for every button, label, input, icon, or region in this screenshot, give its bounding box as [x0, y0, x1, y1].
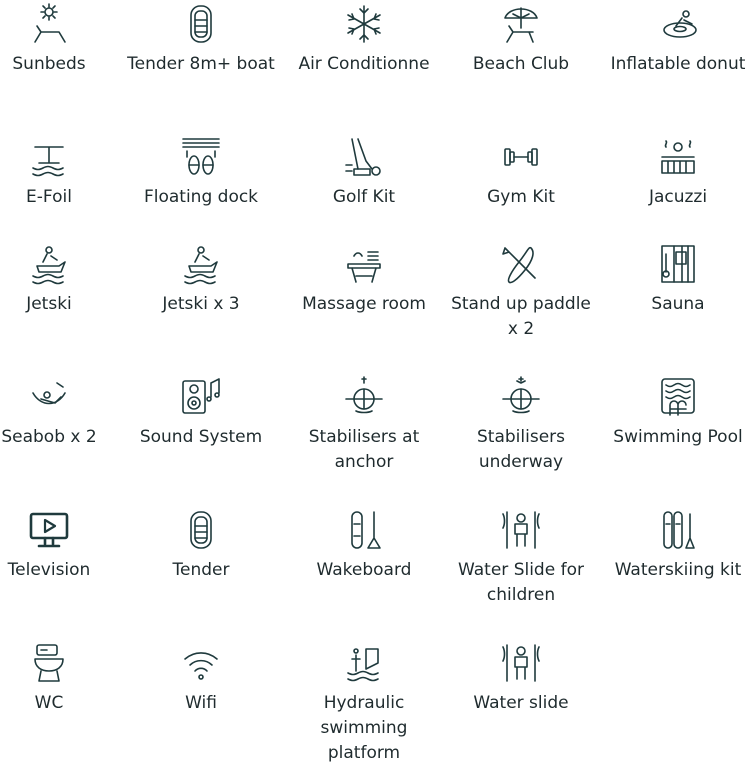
amenity-item: Gym Kit — [446, 135, 596, 210]
stabiliser-anchor-icon — [342, 375, 386, 419]
amenity-item: E-Foil — [0, 135, 124, 210]
seabob-icon — [27, 375, 71, 419]
amenity-label: Stand up paddle x 2 — [451, 294, 591, 339]
amenity-item: Beach Club — [446, 2, 596, 77]
tender-boat-icon — [179, 2, 223, 46]
amenity-item: Seabob x 2 — [0, 375, 124, 450]
amenity-item: Swimming Pool — [603, 375, 753, 450]
dumbbell-icon — [499, 135, 543, 179]
amenity-item: Jetski x 3 — [126, 242, 276, 317]
amenity-label: Golf Kit — [332, 187, 396, 207]
amenity-label: Waterskiing kit — [614, 560, 742, 580]
jetski-icon — [27, 242, 71, 286]
amenity-label: Jetski x 3 — [162, 294, 240, 314]
amenity-item: Wifi — [126, 641, 276, 716]
amenity-label: Sound System — [139, 427, 263, 447]
amenity-label: WC — [34, 693, 64, 713]
wakeboard-icon — [342, 508, 386, 552]
amenity-item: WC — [0, 641, 124, 716]
amenity-item: Stand up paddle x 2 — [446, 242, 596, 342]
amenity-label: Sunbeds — [12, 54, 86, 74]
efoil-icon — [27, 135, 71, 179]
amenity-label: Television — [7, 560, 91, 580]
amenity-item: Jacuzzi — [603, 135, 753, 210]
amenity-label: Inflatable donut — [610, 54, 746, 74]
sauna-icon — [656, 242, 700, 286]
swimming-pool-icon — [656, 375, 700, 419]
amenity-item: Sauna — [603, 242, 753, 317]
amenity-item: Jetski — [0, 242, 124, 317]
amenity-label: Jacuzzi — [648, 187, 708, 207]
amenity-item: Water Slide for children — [446, 508, 596, 608]
toilet-icon — [27, 641, 71, 685]
jacuzzi-icon — [656, 135, 700, 179]
amenity-label: Tender 8m+ boat — [127, 54, 275, 74]
amenity-item: Golf Kit — [289, 135, 439, 210]
massage-table-icon — [342, 242, 386, 286]
amenity-label: Wakeboard — [316, 560, 412, 580]
amenity-label: Seabob x 2 — [1, 427, 97, 447]
amenity-label: Swimming Pool — [613, 427, 743, 447]
amenity-label: Stabilisers at anchor — [308, 427, 420, 472]
water-slide-icon — [499, 641, 543, 685]
amenity-item: Wakeboard — [289, 508, 439, 583]
paddle-board-icon — [499, 242, 543, 286]
amenity-label: Gym Kit — [487, 187, 555, 207]
water-slide-icon — [499, 508, 543, 552]
amenity-label: Water Slide for children — [458, 560, 584, 605]
amenity-item: Water slide — [446, 641, 596, 716]
sunbed-icon — [27, 2, 71, 46]
amenity-item: Floating dock — [126, 135, 276, 210]
beach-umbrella-icon — [499, 2, 543, 46]
amenity-label: Jetski — [26, 294, 72, 314]
amenity-label: Stabilisers underway — [477, 427, 565, 472]
tender-boat-icon — [179, 508, 223, 552]
stabiliser-underway-icon — [499, 375, 543, 419]
amenity-item: Tender — [126, 508, 276, 583]
golf-kit-icon — [342, 135, 386, 179]
amenity-item: Stabilisers underway — [446, 375, 596, 475]
amenity-label: Beach Club — [472, 54, 570, 74]
swim-platform-icon — [342, 641, 386, 685]
amenity-item: Massage room — [289, 242, 439, 317]
amenity-item: Sound System — [126, 375, 276, 450]
amenity-label: E-Foil — [26, 187, 72, 207]
jetski-icon — [179, 242, 223, 286]
waterski-icon — [656, 508, 700, 552]
amenity-item: Sunbeds — [0, 2, 124, 77]
amenity-item: Inflatable donut — [603, 2, 753, 77]
amenity-label: Massage room — [302, 294, 426, 314]
amenity-item: Television — [0, 508, 124, 583]
amenity-item: Tender 8m+ boat — [126, 2, 276, 77]
snowflake-icon — [342, 2, 386, 46]
amenity-item: Hydraulic swimming platform — [289, 641, 439, 766]
television-icon — [27, 508, 71, 552]
amenity-label: Floating dock — [143, 187, 259, 207]
inflatable-donut-icon — [656, 2, 700, 46]
amenity-item: Air Conditionne — [289, 2, 439, 77]
amenity-label: Water slide — [473, 693, 569, 713]
amenity-item: Waterskiing kit — [603, 508, 753, 583]
amenity-label: Wifi — [185, 693, 217, 713]
amenity-label: Air Conditionne — [298, 54, 430, 74]
amenity-label: Hydraulic swimming platform — [320, 693, 408, 763]
wifi-icon — [179, 641, 223, 685]
speaker-icon — [179, 375, 223, 419]
amenity-label: Sauna — [651, 294, 705, 314]
amenity-item: Stabilisers at anchor — [289, 375, 439, 475]
amenity-label: Tender — [172, 560, 230, 580]
floating-dock-icon — [179, 135, 223, 179]
